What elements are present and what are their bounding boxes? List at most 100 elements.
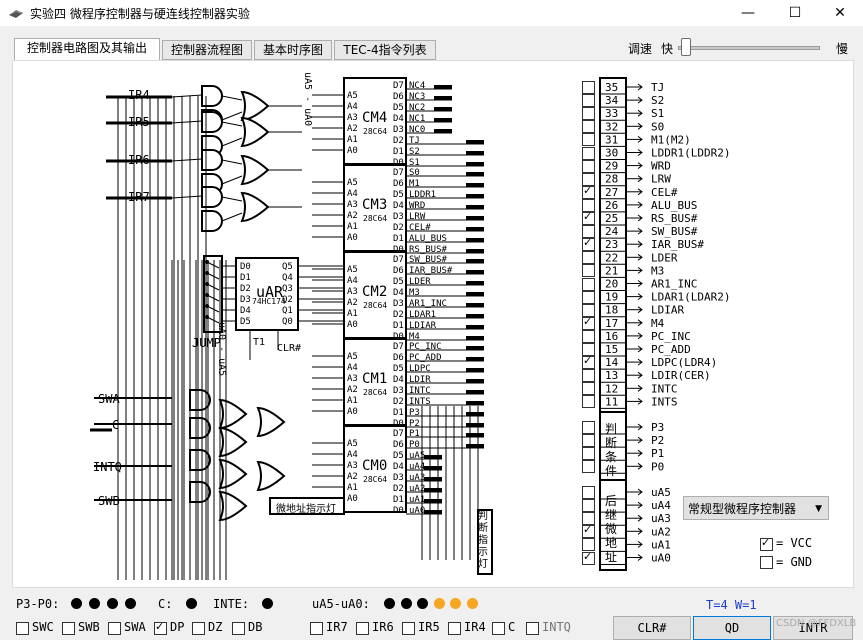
data-pin: D3 (393, 299, 404, 309)
and-gate (189, 449, 211, 471)
signal-checkbox-30[interactable] (582, 146, 595, 160)
signal-number: 15 (605, 343, 618, 356)
speed-slider-thumb[interactable] (680, 38, 691, 56)
controller-select[interactable]: 常规型微程序控制器 ▼ (683, 496, 829, 520)
tab-circuit[interactable]: 控制器电路图及其输出 (14, 38, 160, 60)
signal-checkbox-12[interactable] (582, 382, 595, 396)
addr-pin: A5 (347, 352, 358, 362)
addr-pin: A4 (347, 363, 358, 373)
signal-name-29: WRD (651, 160, 671, 173)
addr-pin: A1 (347, 222, 358, 232)
switch-checkbox-intq[interactable] (526, 622, 539, 635)
data-pin: D6 (393, 440, 404, 450)
signal-checkbox-p0[interactable] (582, 460, 595, 474)
signal-checkbox-19[interactable] (582, 290, 595, 304)
signal-checkbox-17[interactable] (582, 315, 595, 330)
or-gate (218, 458, 248, 490)
signal-checkbox-ua0[interactable] (582, 550, 595, 565)
switch-checkbox-db[interactable] (232, 622, 245, 635)
signal-checkbox-23[interactable] (582, 236, 595, 252)
data-pin: D3 (393, 125, 404, 135)
signal-checkbox-13[interactable] (582, 369, 595, 383)
vcc-checkbox[interactable] (760, 536, 773, 551)
signal-name-ua0: uA0 (651, 552, 671, 565)
minimize-button[interactable]: — (725, 0, 771, 26)
signal-checkbox-p1[interactable] (582, 447, 595, 461)
addr-pin: A0 (347, 494, 358, 504)
signal-checkbox-ua4[interactable] (582, 499, 595, 513)
switch-checkbox-swc[interactable] (16, 622, 29, 635)
switch-checkbox-ir5[interactable] (402, 622, 415, 635)
output-signal: NC4 (409, 81, 425, 91)
data-pin: D4 (393, 462, 404, 472)
chip-type: 28C64 (363, 475, 387, 484)
switch-checkbox-ir4[interactable] (448, 622, 461, 635)
close-button[interactable]: ✕ (817, 0, 863, 26)
signal-checkbox-34[interactable] (582, 94, 595, 108)
switch-checkbox-dp[interactable] (154, 620, 167, 635)
signal-checkbox-27[interactable] (582, 184, 595, 199)
gnd-checkbox[interactable] (760, 556, 773, 569)
signal-checkbox-14[interactable] (582, 354, 595, 370)
signal-checkbox-32[interactable] (582, 120, 595, 134)
signal-checkbox-ua2[interactable] (582, 523, 595, 539)
switch-checkbox-ir7[interactable] (310, 622, 323, 635)
signal-checkbox-25[interactable] (582, 210, 595, 225)
uar-d-pin: D2 (240, 284, 251, 294)
speed-fast-label: 快 (661, 42, 674, 56)
speed-slow-label: 慢 (836, 42, 849, 56)
output-signal: uA2 (409, 484, 425, 494)
tab-instructions[interactable]: TEC-4指令列表 (334, 40, 436, 60)
wire (221, 196, 243, 202)
switch-checkbox-swa[interactable] (108, 622, 121, 635)
output-signal: P0 (409, 440, 420, 450)
addr-pin: A4 (347, 276, 358, 286)
signal-checkbox-35[interactable] (582, 81, 595, 94)
signal-name-25: RS_BUS# (651, 212, 698, 225)
signal-checkbox-p2[interactable] (582, 434, 595, 448)
signal-checkbox-11[interactable] (582, 395, 595, 409)
data-pin: D1 (393, 321, 404, 331)
switch-checkbox-swb[interactable] (62, 622, 75, 635)
data-pin: D5 (393, 103, 404, 113)
speed-slider-track[interactable] (678, 46, 820, 50)
uar-d-pin: D4 (240, 306, 251, 316)
signal-name-34: S2 (651, 94, 664, 107)
signal-checkbox-22[interactable] (582, 251, 595, 265)
tab-flowchart[interactable]: 控制器流程图 (162, 40, 252, 60)
switch-checkbox-c[interactable] (492, 622, 505, 635)
signal-checkbox-33[interactable] (582, 107, 595, 121)
signal-checkbox-21[interactable] (582, 264, 595, 278)
signal-checkbox-29[interactable] (582, 159, 595, 173)
output-signal: M1 (409, 179, 420, 189)
switch-label-ir7: IR7 (326, 620, 348, 634)
signal-name-16: PC_INC (651, 330, 691, 343)
title-bar: 实验四 微程序控制器与硬连线控制器实验 — ☐ ✕ (0, 0, 863, 26)
signal-checkbox-20[interactable] (582, 277, 595, 291)
signal-name-35: TJ (651, 81, 664, 94)
uar-clr: CLR# (277, 343, 302, 354)
signal-name-ua5: uA5 (651, 486, 671, 499)
speed-label: 调速 (628, 42, 653, 56)
qd-button[interactable]: QD (693, 616, 771, 640)
signal-checkbox-31[interactable] (582, 133, 595, 147)
or-gate (240, 90, 270, 122)
addr-pin: A0 (347, 320, 358, 330)
data-pin: D7 (393, 255, 404, 265)
signal-checkbox-16[interactable] (582, 329, 595, 343)
app-icon (9, 10, 23, 18)
output-signal: PC_INC (409, 342, 442, 352)
switch-checkbox-ir6[interactable] (356, 622, 369, 635)
signal-checkbox-ua5[interactable] (582, 486, 595, 499)
switch-checkbox-dz[interactable] (192, 622, 205, 635)
clr-button[interactable]: CLR# (613, 616, 691, 640)
output-signal: S1 (409, 158, 420, 168)
output-signal: LDIR (409, 375, 431, 385)
signal-name-30: LDDR1(LDDR2) (651, 147, 730, 160)
signal-checkbox-p3[interactable] (582, 421, 595, 434)
maximize-button[interactable]: ☐ (772, 0, 818, 26)
output-signal: P2 (409, 419, 420, 429)
wire (221, 95, 243, 101)
tab-timing[interactable]: 基本时序图 (254, 40, 332, 60)
signal-number: 32 (605, 120, 618, 133)
